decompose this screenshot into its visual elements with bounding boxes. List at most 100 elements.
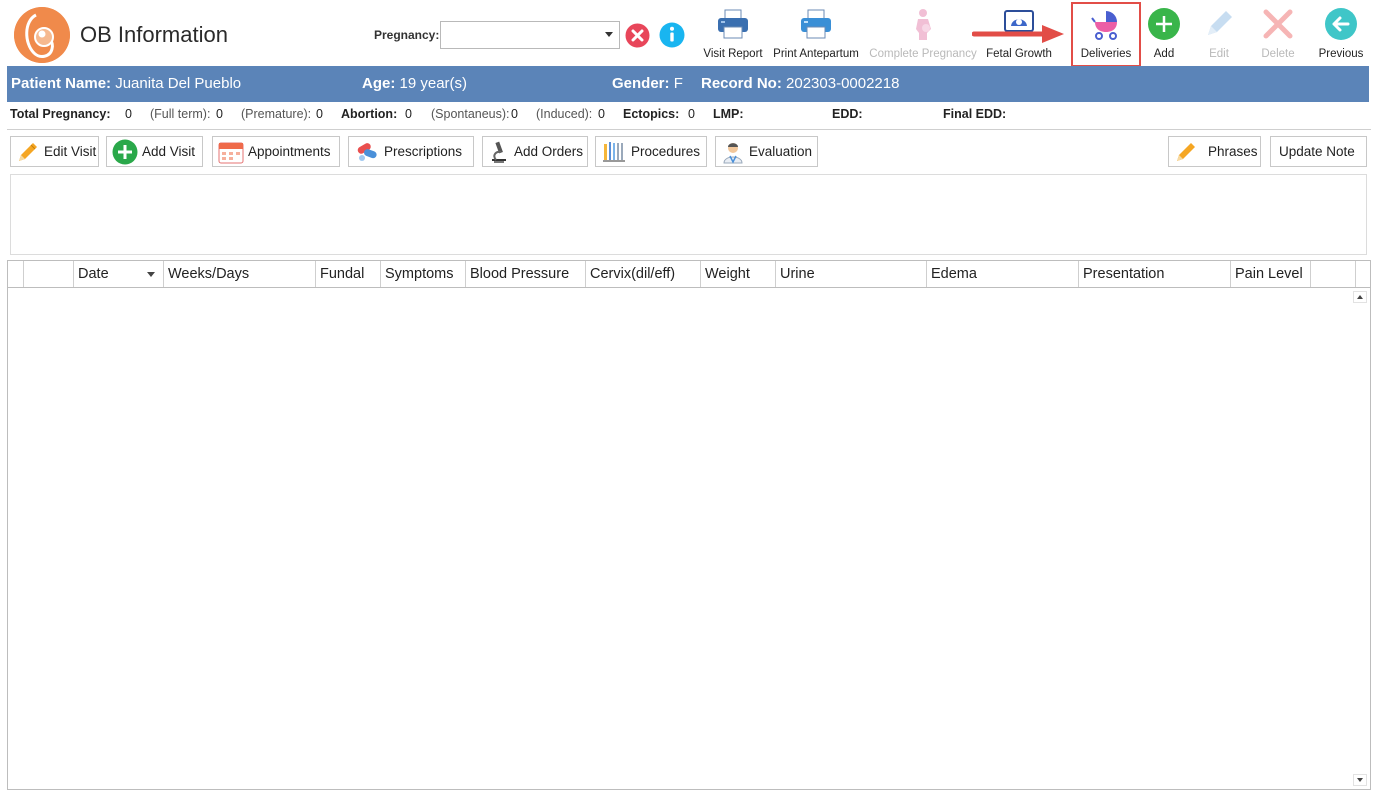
induced-value: 0	[598, 107, 605, 121]
patient-name-value: Juanita Del Pueblo	[115, 75, 242, 92]
complete-pregnancy-button[interactable]: Complete Pregnancy	[866, 4, 980, 64]
ectopics-label: Ectopics:	[623, 107, 680, 121]
pills-icon	[354, 139, 380, 165]
update-note-button[interactable]: Update Note	[1270, 136, 1367, 167]
vertical-scrollbar[interactable]	[1351, 288, 1369, 788]
visit-report-button[interactable]: Visit Report	[700, 4, 766, 64]
column-header-label: Cervix(dil/eff)	[590, 266, 676, 282]
appointments-button[interactable]: Appointments	[212, 136, 340, 167]
phrases-label: Phrases	[1208, 144, 1258, 159]
column-header-weight[interactable]: Weight	[701, 261, 776, 287]
pregnancy-logo-icon	[14, 7, 70, 63]
pregnancy-select[interactable]	[440, 21, 620, 49]
pregnancy-label: Pregnancy:	[374, 28, 440, 42]
induced-label: (Induced):	[536, 107, 593, 121]
column-header-cervix[interactable]: Cervix(dil/eff)	[586, 261, 701, 287]
add-visit-button[interactable]: Add Visit	[106, 136, 203, 167]
patient-info-bar: Patient Name: Juanita Del Pueblo Age: 19…	[7, 66, 1369, 102]
column-header-edema[interactable]: Edema	[927, 261, 1079, 287]
arrow-down-icon	[1357, 778, 1363, 782]
scroll-down-button[interactable]	[1353, 774, 1367, 786]
clear-icon[interactable]	[625, 23, 650, 48]
column-header-label: Fundal	[320, 266, 365, 282]
edit-visit-label: Edit Visit	[44, 144, 97, 159]
premature-label: (Premature):	[241, 107, 312, 121]
add-orders-button[interactable]: Add Orders	[482, 136, 588, 167]
phrases-button[interactable]: Phrases	[1168, 136, 1261, 167]
column-header-label: Symptoms	[385, 266, 454, 282]
microscope-icon	[488, 139, 510, 165]
column-header-fundal[interactable]: Fundal	[316, 261, 381, 287]
total-pregnancy-label: Total Pregnancy:	[10, 107, 111, 121]
age-value: 19 year(s)	[399, 75, 468, 92]
record-value: 202303-0002218	[786, 75, 900, 92]
column-header-presentation[interactable]: Presentation	[1079, 261, 1231, 287]
patient-name-field: Patient Name: Juanita Del Pueblo	[11, 75, 241, 92]
chevron-down-icon	[605, 32, 613, 37]
print-antepartum-button[interactable]: Print Antepartum	[768, 4, 864, 64]
column-header-label: Blood Pressure	[470, 266, 570, 282]
note-text-area[interactable]	[10, 174, 1367, 255]
row-indicator-header	[8, 261, 24, 287]
deliveries-highlight-box	[1071, 2, 1141, 67]
header: OB Information Pregnancy: Visit Report P…	[0, 0, 1375, 67]
final-edd-label: Final EDD:	[943, 107, 1007, 121]
surgical-tools-icon	[601, 139, 627, 165]
pencil-icon	[1174, 139, 1198, 165]
prescriptions-button[interactable]: Prescriptions	[348, 136, 474, 167]
divider	[7, 129, 1371, 130]
age-field: Age: 19 year(s)	[362, 75, 467, 92]
column-header-symptoms[interactable]: Symptoms	[381, 261, 466, 287]
info-icon[interactable]	[659, 22, 685, 48]
visits-grid[interactable]: Date Weeks/Days Fundal Symptoms Blood Pr…	[7, 260, 1371, 790]
column-header-blood-pressure[interactable]: Blood Pressure	[466, 261, 586, 287]
abortion-label: Abortion:	[341, 107, 398, 121]
evaluation-label: Evaluation	[749, 144, 813, 159]
pregnant-woman-icon	[903, 4, 943, 44]
calendar-icon	[218, 139, 244, 165]
printer-icon	[796, 4, 836, 44]
procedures-button[interactable]: Procedures	[595, 136, 707, 167]
column-header-label: Urine	[780, 266, 815, 282]
select-column-header[interactable]	[24, 261, 74, 287]
record-label: Record No:	[701, 75, 782, 92]
add-label: Add	[1153, 48, 1175, 60]
add-button[interactable]: Add	[1143, 4, 1185, 64]
column-header-urine[interactable]: Urine	[776, 261, 927, 287]
full-term-value: 0	[216, 107, 223, 121]
edd-label: EDD:	[832, 107, 863, 121]
column-header-date[interactable]: Date	[74, 261, 164, 287]
age-label: Age:	[362, 75, 396, 92]
edit-visit-button[interactable]: Edit Visit	[10, 136, 99, 167]
edit-button[interactable]: Edit	[1198, 4, 1240, 64]
add-visit-label: Add Visit	[142, 144, 196, 159]
print-antepartum-label: Print Antepartum	[773, 48, 859, 60]
spontaneus-label: (Spontaneus):	[431, 107, 510, 121]
printer-icon	[713, 4, 753, 44]
grid-header: Date Weeks/Days Fundal Symptoms Blood Pr…	[8, 261, 1370, 288]
procedures-label: Procedures	[631, 144, 701, 159]
delete-button[interactable]: Delete	[1254, 4, 1302, 64]
column-header-label: Presentation	[1083, 266, 1165, 282]
column-header-label: Pain Level	[1235, 266, 1303, 282]
arrow-up-icon	[1357, 295, 1363, 299]
column-header-pain-level[interactable]: Pain Level	[1231, 261, 1311, 287]
previous-button[interactable]: Previous	[1314, 4, 1368, 64]
gender-value: F	[673, 75, 683, 92]
column-header-weeks-days[interactable]: Weeks/Days	[164, 261, 316, 287]
abortion-value: 0	[405, 107, 412, 121]
pregnancy-stats: Total Pregnancy: 0 (Full term): 0 (Prema…	[10, 107, 1370, 125]
fetal-growth-label: Fetal Growth	[986, 48, 1052, 60]
plus-icon	[112, 139, 138, 165]
record-field: Record No: 202303-0002218	[701, 75, 899, 92]
complete-pregnancy-label: Complete Pregnancy	[869, 48, 977, 60]
appointments-label: Appointments	[248, 144, 331, 159]
sort-down-icon	[147, 272, 155, 277]
visit-report-label: Visit Report	[703, 48, 763, 60]
annotation-arrow-icon	[971, 22, 1072, 46]
scroll-up-button[interactable]	[1353, 291, 1367, 303]
evaluation-button[interactable]: Evaluation	[715, 136, 818, 167]
column-header-extra	[1311, 261, 1356, 287]
column-header-label: Edema	[931, 266, 977, 282]
total-pregnancy-value: 0	[125, 107, 132, 121]
